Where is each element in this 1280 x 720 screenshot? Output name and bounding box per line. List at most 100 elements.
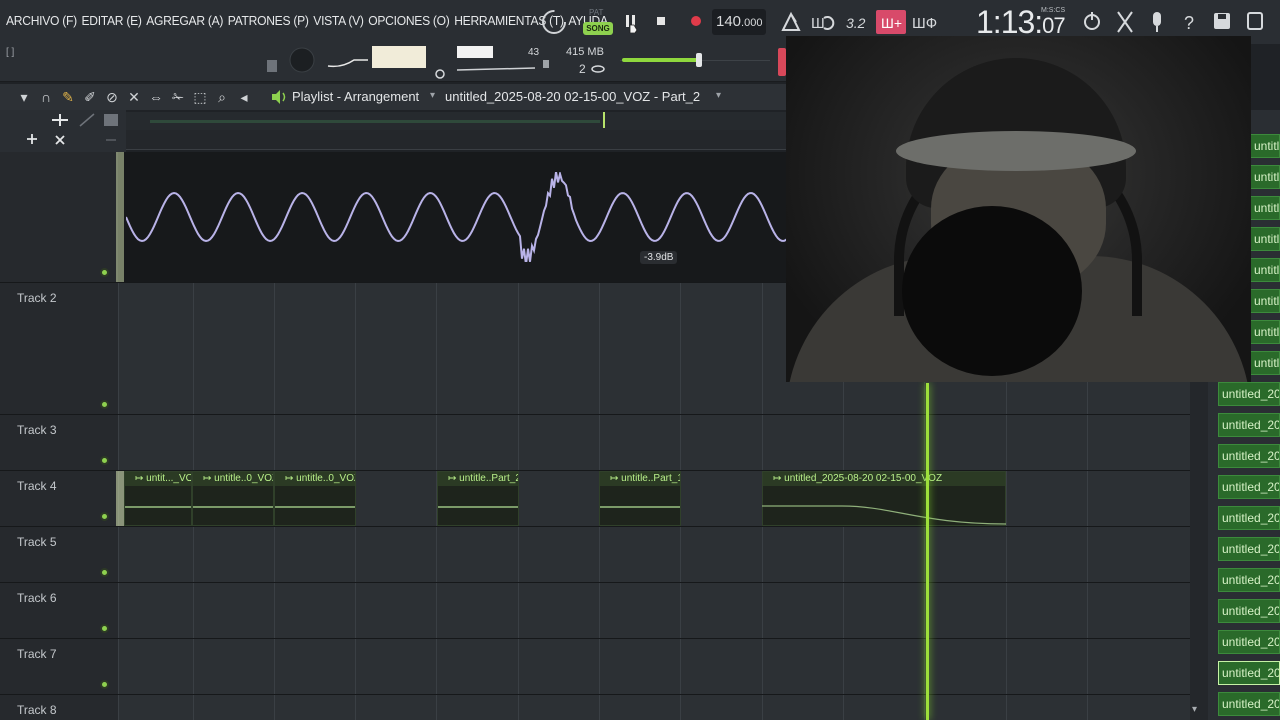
wait-input-icon[interactable]: Ш	[811, 15, 835, 32]
playback-icon[interactable]: ◂	[236, 89, 252, 106]
tempo-value: 140	[716, 13, 742, 30]
curve-icon[interactable]	[79, 113, 95, 127]
browser-item[interactable]: untitled_202	[1250, 351, 1280, 375]
menu-file[interactable]: ARCHIVO (F)	[6, 13, 77, 28]
master-volume-slider[interactable]	[622, 58, 699, 62]
browser-item[interactable]: untitled_202	[1218, 382, 1280, 406]
piano-icon[interactable]	[104, 114, 118, 126]
track-label[interactable]: Track 2	[17, 291, 57, 305]
pencil-icon[interactable]: ✎	[60, 89, 76, 106]
tempo-decimal: .000	[741, 17, 763, 29]
audio-clip[interactable]: ↦ untitle..0_VOZ	[192, 471, 274, 526]
delete-icon[interactable]: ⊘	[104, 89, 120, 106]
clip-name: untitled_2025-08-20 02-15-00_VOZ	[784, 473, 943, 484]
paint-brush-icon[interactable]: ✐	[82, 89, 98, 106]
options-arrow-icon[interactable]: ▾	[16, 89, 32, 106]
cpu-knob-icon[interactable]	[540, 8, 570, 36]
browser-item[interactable]: untitled_202	[1250, 196, 1280, 220]
microphone-icon[interactable]	[1153, 12, 1161, 32]
save-icon[interactable]	[1214, 13, 1230, 29]
browser-item[interactable]: untitled_202	[1218, 661, 1280, 685]
browser-item[interactable]: untitled_202	[1218, 568, 1280, 592]
clip-arrow-icon: ↦	[135, 473, 147, 484]
browser-item[interactable]: untitled_202	[1250, 258, 1280, 282]
track-separator	[0, 694, 1190, 695]
track-mute-toggle[interactable]	[100, 568, 109, 577]
lock-icon[interactable]	[267, 60, 277, 72]
menu-edit[interactable]: EDITAR (E)	[81, 13, 141, 28]
master-volume-handle[interactable]	[696, 53, 702, 67]
browser-item[interactable]: untitled_202	[1218, 537, 1280, 561]
menu-options[interactable]: OPCIONES (O)	[368, 13, 450, 28]
magnet-icon[interactable]: ∩	[38, 89, 54, 106]
audio-export-icon[interactable]	[1247, 12, 1263, 30]
select-icon[interactable]: ⬚	[192, 89, 208, 106]
pattern-dropdown-icon[interactable]: ▾	[716, 90, 721, 101]
browser-item[interactable]: untitled_202	[1218, 630, 1280, 654]
help-icon[interactable]: ?	[1184, 13, 1194, 33]
record-button[interactable]	[686, 11, 706, 31]
track-separator	[0, 414, 1190, 415]
browser-item[interactable]: untitled_202	[1250, 227, 1280, 251]
playhead[interactable]	[926, 383, 929, 720]
mute-icon[interactable]: ✕	[126, 89, 142, 106]
browser-item[interactable]: untitled_202	[1218, 475, 1280, 499]
menu-add[interactable]: AGREGAR (A)	[146, 13, 223, 28]
track-mute-toggle[interactable]	[100, 456, 109, 465]
track-mute-toggle[interactable]	[100, 624, 109, 633]
scroll-down-icon[interactable]: ▾	[1192, 704, 1197, 715]
slice-icon[interactable]: ✁	[170, 89, 186, 106]
track-label[interactable]: Track 6	[17, 591, 57, 605]
track-label[interactable]: Track 7	[17, 647, 57, 661]
clip-start-handle[interactable]	[116, 471, 124, 526]
countdown-icon[interactable]: 3.2	[846, 15, 866, 31]
speaker-icon[interactable]	[270, 89, 288, 105]
stop-button[interactable]	[650, 10, 672, 32]
track-label[interactable]: Track 8	[17, 703, 57, 717]
timeline-markers-bar[interactable]	[126, 130, 790, 150]
timeline-position-marker[interactable]	[603, 112, 605, 128]
title-dropdown-icon[interactable]: ▾	[430, 90, 435, 101]
tempo-display[interactable]: 140.000	[712, 9, 766, 35]
track-label[interactable]: Track 4	[17, 479, 57, 493]
browser-item[interactable]: untitled_202	[1218, 506, 1280, 530]
pat-song-toggle[interactable]: PAT SONG	[583, 8, 613, 38]
master-pitch-knob-icon[interactable]	[289, 47, 315, 73]
track-mute-toggle[interactable]	[100, 512, 109, 521]
zoom-icon[interactable]: ⌕	[214, 89, 230, 106]
audio-clip[interactable]: ↦ untitle..0_VOZ	[274, 471, 356, 526]
browser-item[interactable]: untitled_202	[1218, 692, 1280, 716]
cut-icon[interactable]	[1117, 11, 1133, 33]
playlist-title[interactable]: Playlist - Arrangement	[292, 89, 419, 104]
track-label[interactable]: Track 3	[17, 423, 57, 437]
browser-item[interactable]: untitled_202	[1250, 289, 1280, 313]
play-button[interactable]	[619, 10, 643, 34]
track-mute-toggle[interactable]	[100, 680, 109, 689]
browser-item[interactable]: untitled_202	[1218, 413, 1280, 437]
pattern-selector[interactable]: untitled_2025-08-20 02-15-00_VOZ - Part_…	[445, 89, 700, 104]
view-icon[interactable]	[435, 69, 445, 79]
audio-clip[interactable]: ↦ untitle..Part_1	[599, 471, 681, 526]
webcam-microphone	[902, 206, 1082, 376]
track-mute-toggle[interactable]	[100, 400, 109, 409]
slip-icon[interactable]: ⇔	[148, 89, 164, 106]
browser-item[interactable]: untitled_202	[1218, 444, 1280, 468]
audio-clip[interactable]: ↦ untit..._VOZ	[124, 471, 192, 526]
browser-item[interactable]: untitled_202	[1250, 320, 1280, 344]
audio-clip[interactable]: ↦ untitle..Part_2	[437, 471, 519, 526]
track-label[interactable]: Track 5	[17, 535, 57, 549]
browser-item[interactable]: untitled_202	[1218, 599, 1280, 623]
clip-arrow-icon: ↦	[610, 473, 622, 484]
clip-start-handle[interactable]	[116, 152, 124, 282]
power-icon[interactable]	[1084, 12, 1100, 30]
menu-patterns[interactable]: PATRONES (P)	[228, 13, 309, 28]
menu-view[interactable]: VISTA (V)	[313, 13, 364, 28]
add-track-icon[interactable]	[27, 134, 37, 144]
browser-item[interactable]: untitled_202	[1250, 165, 1280, 189]
remove-track-icon[interactable]	[55, 135, 65, 145]
metronome-icon[interactable]	[781, 11, 801, 31]
track-1-mute-toggle[interactable]	[100, 268, 109, 277]
snap-icon[interactable]	[52, 114, 68, 126]
browser-item[interactable]: untitled_202	[1250, 134, 1280, 158]
step-edit-icon[interactable]: ШФ	[912, 15, 937, 32]
